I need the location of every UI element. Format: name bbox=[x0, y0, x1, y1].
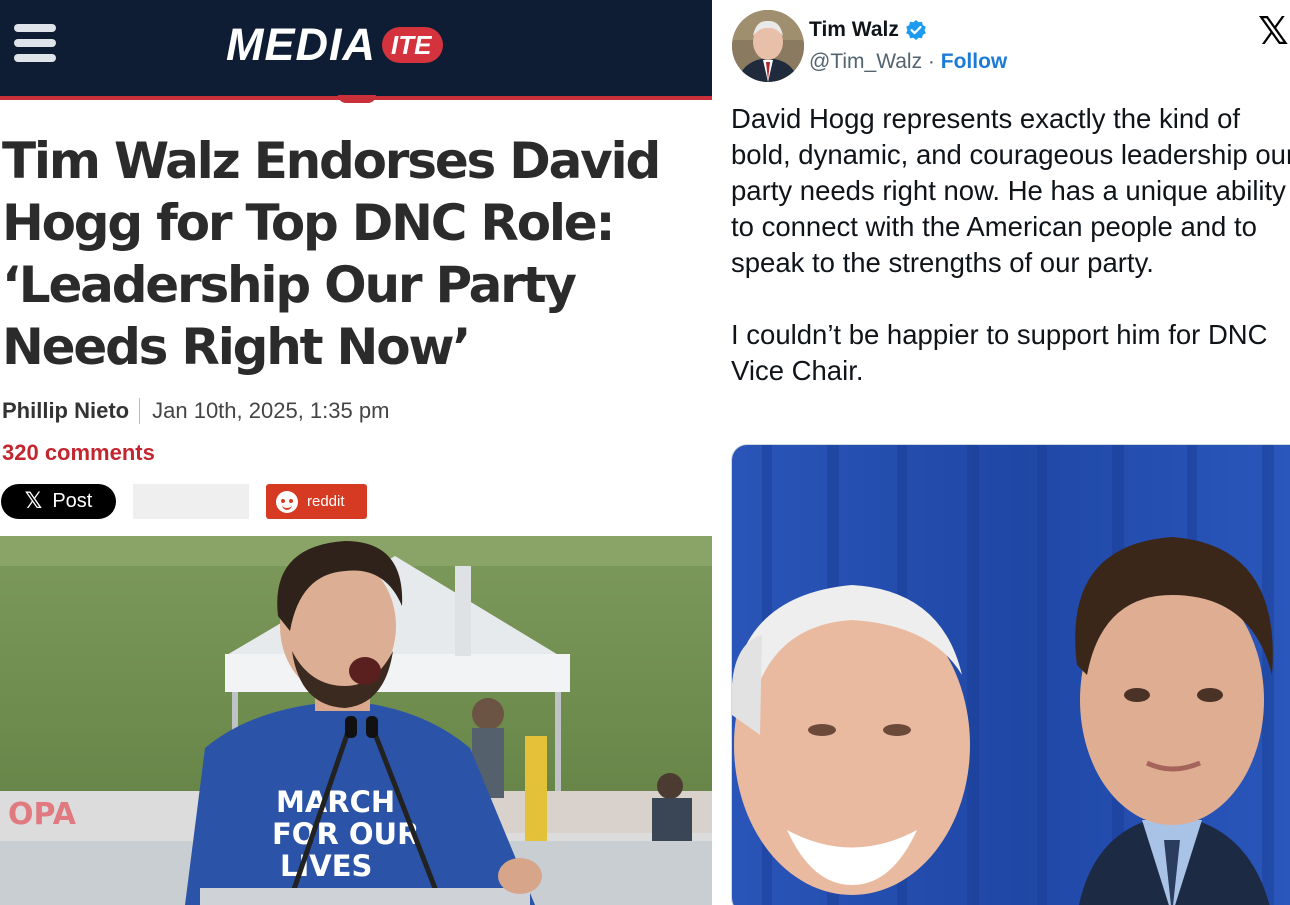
share-button-placeholder[interactable] bbox=[133, 484, 249, 519]
x-logo-icon[interactable]: 𝕏 bbox=[1258, 12, 1289, 50]
comments-link[interactable]: 320 comments bbox=[2, 440, 155, 466]
publish-date: Jan 10th, 2025, 1:35 pm bbox=[152, 398, 390, 423]
site-logo[interactable]: MEDIA ITE bbox=[226, 19, 444, 70]
background-banner-text: OPA bbox=[8, 797, 77, 832]
tweet-photo-walz-hogg-selfie[interactable] bbox=[731, 444, 1290, 905]
tweet-author-name[interactable]: Tim Walz bbox=[809, 18, 927, 42]
shirt-text-line2: FOR OUR bbox=[272, 817, 419, 851]
logo-pill: ITE bbox=[382, 27, 444, 63]
tweet-handle-row: @Tim_Walz · Follow bbox=[809, 50, 1007, 74]
x-logo-icon: 𝕏 bbox=[24, 489, 43, 514]
share-buttons: 𝕏 Post reddit bbox=[0, 484, 712, 520]
x-post-label: Post bbox=[52, 490, 93, 512]
tweet-panel: Tim Walz @Tim_Walz · Follow 𝕏 David Hogg… bbox=[712, 0, 1290, 905]
shirt-text-line3: LIVES bbox=[280, 849, 372, 883]
follow-button[interactable]: Follow bbox=[941, 50, 1008, 73]
x-post-button[interactable]: 𝕏 Post bbox=[1, 484, 116, 519]
reddit-label: reddit bbox=[307, 493, 345, 510]
author-name[interactable]: Phillip Nieto bbox=[2, 398, 141, 424]
logo-wordmark: MEDIA bbox=[226, 19, 376, 70]
byline: Phillip Nieto Jan 10th, 2025, 1:35 pm bbox=[2, 396, 389, 426]
site-header: MEDIA ITE bbox=[0, 0, 712, 96]
verified-badge-icon bbox=[906, 20, 926, 40]
tweet-handle[interactable]: @Tim_Walz bbox=[809, 50, 922, 73]
article-photo-hogg-speaking[interactable]: OPA MARCH FOR OUR LIVES bbox=[0, 536, 712, 905]
shirt-text-line1: MARCH bbox=[276, 785, 395, 819]
article-headline: Tim Walz Endorses David Hogg for Top DNC… bbox=[2, 132, 661, 376]
handle-separator: · bbox=[922, 50, 941, 73]
hamburger-menu-icon[interactable] bbox=[14, 24, 58, 64]
header-notch bbox=[338, 95, 376, 103]
author-avatar[interactable] bbox=[732, 10, 804, 82]
tweet-author-name-text: Tim Walz bbox=[809, 18, 899, 41]
reddit-alien-icon bbox=[276, 490, 298, 513]
mediaite-article-panel: MEDIA ITE Tim Walz Endorses David Hogg f… bbox=[0, 0, 712, 905]
reddit-share-button[interactable]: reddit bbox=[266, 484, 367, 519]
tweet-body: David Hogg represents exactly the kind o… bbox=[731, 103, 1290, 386]
